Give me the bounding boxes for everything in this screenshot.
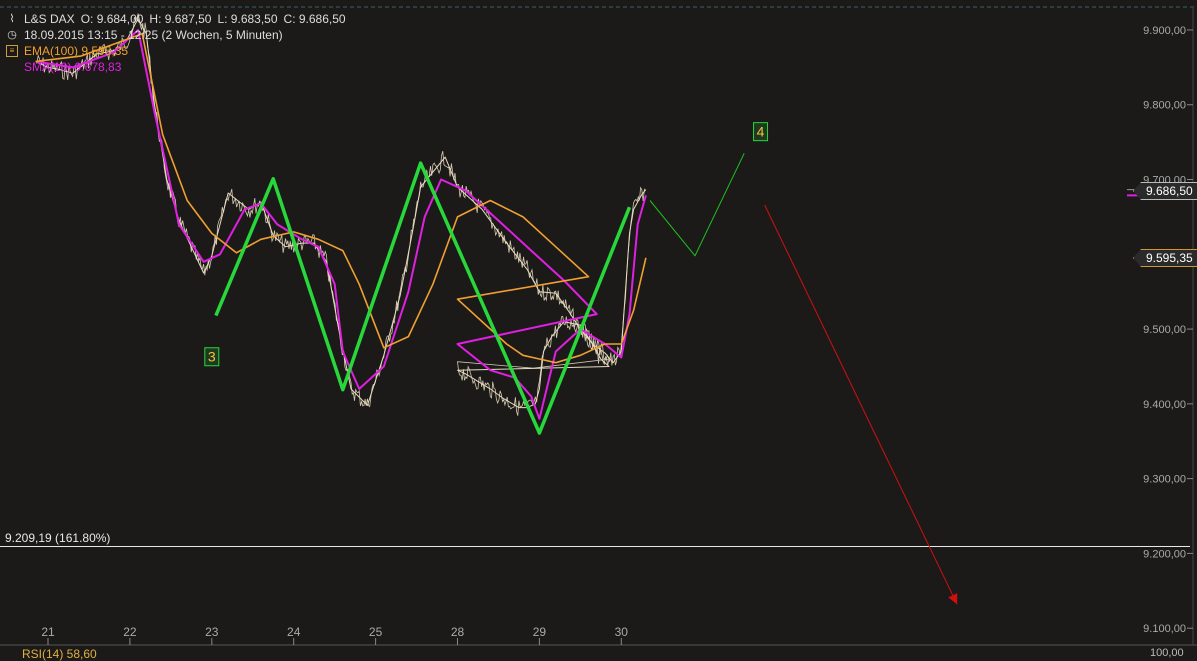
x-tick-label: 22 [123,625,137,639]
projection-up-line [650,153,744,256]
price-series-line [36,19,646,408]
sma-legend-label: SMA(10) 9.678,83 [24,59,121,75]
last-price-tag: 9.686,50 [1133,182,1197,200]
chart-type-icon[interactable]: ⌇ [6,13,18,25]
high-value: H: 9.687,50 [149,11,211,27]
sma-series-line [36,30,646,419]
wave-label-text: 4 [757,124,765,140]
rsi-label: RSI(14) 58,60 [22,647,97,661]
x-tick-label: 25 [369,625,383,639]
annotation-layer: 34 [205,123,768,366]
x-tick-label: 29 [533,625,547,639]
rsi-axis-top: 100,00 [1150,647,1184,659]
axes: 9.100,00 9.200,00 9.300,00 9.400,00 9.500,00… [0,7,1197,645]
ema-series-line [36,34,646,363]
y-tick-label: 9.400,00 [1143,399,1186,411]
y-tick-label: 9.900,00 [1143,25,1186,37]
low-value: L: 9.683,50 [217,11,277,27]
projection-down-line [765,205,958,604]
wave-count-line [216,163,630,433]
ema-legend-label: EMA(100) 9.595,35 [24,43,128,59]
x-tick-label: 30 [615,625,629,639]
indicator-icon [6,61,18,73]
y-tick-label: 9.800,00 [1143,100,1186,112]
period-row: ◷ 18.09.2015 13:15 - 12:25 (2 Wochen, 5 … [6,27,352,43]
y-tick-label: 9.300,00 [1143,474,1186,486]
x-tick-label: 23 [205,625,219,639]
indicator-icon[interactable]: ≡ [6,45,18,57]
ema-price-tag: 9.595,35 [1133,249,1197,267]
close-value: C: 9.686,50 [284,11,346,27]
symbol-name: L&S DAX [24,11,75,27]
open-value: O: 9.684,00 [81,11,144,27]
chart-legend: ⌇ L&S DAX O: 9.684,00 H: 9.687,50 L: 9.6… [6,11,352,75]
series-layer [36,14,958,605]
x-tick-label: 21 [41,625,55,639]
fib-level-label: 9.209,19 (161.80%) [5,531,110,545]
clock-icon: ◷ [6,29,18,41]
sma-row[interactable]: SMA(10) 9.678,83 [6,59,352,75]
ohlc-row: ⌇ L&S DAX O: 9.684,00 H: 9.687,50 L: 9.6… [6,11,352,27]
period-label: 18.09.2015 13:15 - 12:25 (2 Wochen, 5 Mi… [24,27,283,43]
price-chart[interactable]: 9.100,00 9.200,00 9.300,00 9.400,00 9.500,00… [0,0,1197,655]
wave-label-text: 3 [208,349,216,365]
y-tick-label: 9.500,00 [1143,324,1186,336]
x-tick-label: 24 [287,625,301,639]
y-tick-label: 9.200,00 [1143,548,1186,560]
ema-row[interactable]: ≡ EMA(100) 9.595,35 [6,43,352,59]
x-tick-label: 28 [451,625,465,639]
y-tick-label: 9.100,00 [1143,623,1186,635]
